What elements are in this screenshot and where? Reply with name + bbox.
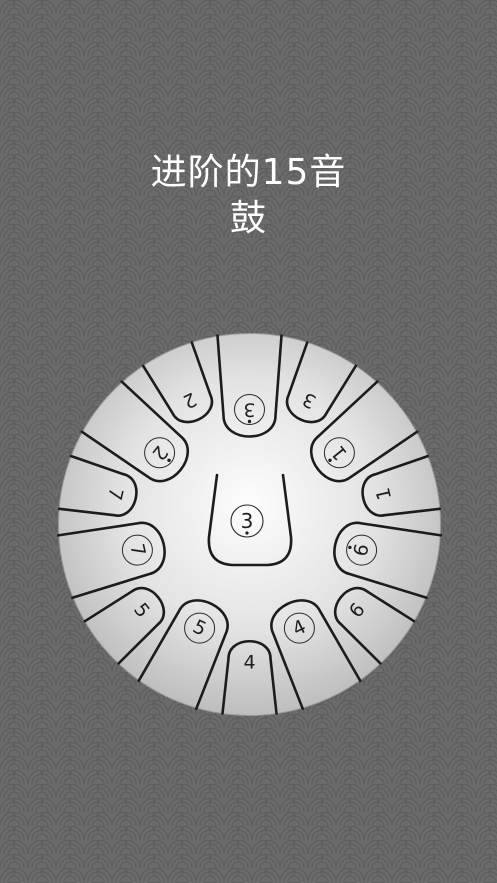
steel-tongue-drum[interactable]: 3 3 3116644557722	[57, 332, 442, 717]
page-title: 进阶的15音 鼓	[0, 150, 497, 242]
octave-dot-3	[328, 458, 332, 462]
title-line-1: 进阶的15音	[150, 152, 347, 193]
octave-dot-13	[167, 458, 171, 462]
note-label-1: 3	[243, 399, 255, 421]
octave-dot-5	[348, 545, 352, 550]
title-line-2: 鼓	[229, 198, 267, 239]
octave-dot-1	[247, 419, 252, 424]
center-note-label: 3	[241, 509, 254, 533]
note-label-8: 4	[243, 652, 255, 674]
